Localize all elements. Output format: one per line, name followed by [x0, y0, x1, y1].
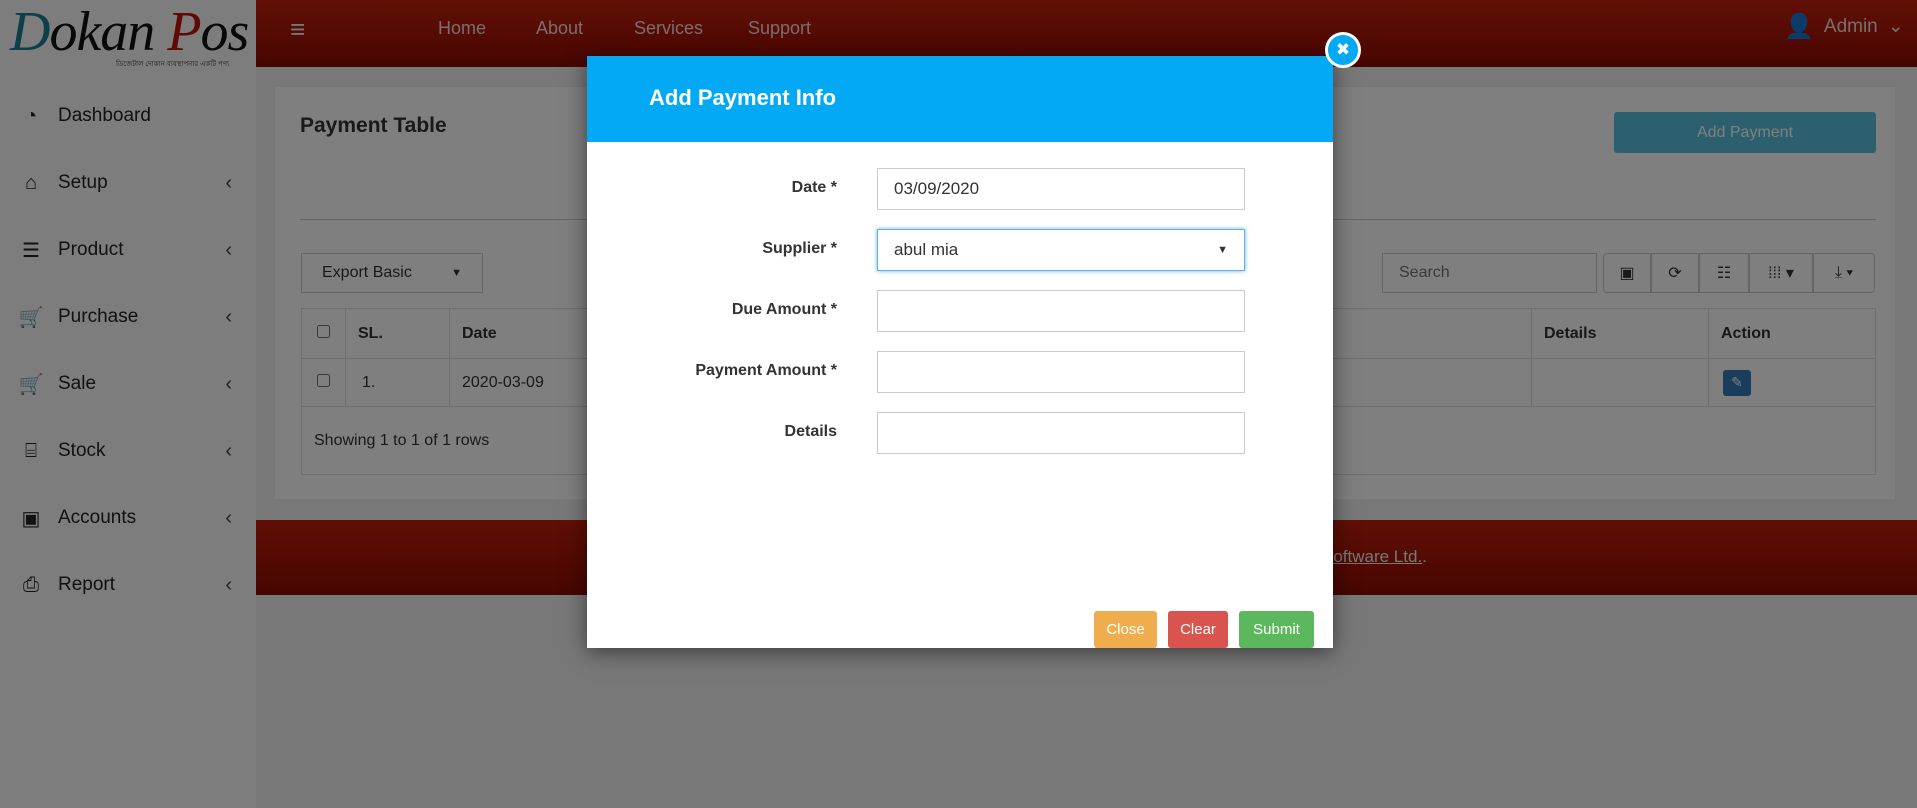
field-label: Supplier *: [762, 240, 837, 257]
field-label: Date *: [791, 179, 837, 196]
modal-close-icon[interactable]: ✖: [1325, 32, 1361, 68]
field-label: Due Amount *: [731, 301, 837, 318]
submit-button[interactable]: Submit: [1239, 611, 1314, 648]
caret-down-icon: ▼: [1217, 244, 1228, 256]
add-payment-modal: Add Payment Info Date * 03/09/2020 Supplie…: [587, 56, 1333, 648]
due-amount-input[interactable]: [877, 290, 1245, 332]
clear-button[interactable]: Clear: [1168, 611, 1228, 648]
payment-amount-input[interactable]: [877, 351, 1245, 393]
field-label: Details: [784, 423, 837, 440]
close-button[interactable]: Close: [1094, 611, 1157, 648]
modal-title: Add Payment Info: [649, 85, 837, 110]
modal-header: Add Payment Info: [587, 56, 1333, 142]
field-value: 03/09/2020: [894, 179, 980, 198]
field-label: Payment Amount *: [695, 362, 837, 379]
date-input[interactable]: 03/09/2020: [877, 168, 1245, 210]
details-input[interactable]: [877, 412, 1245, 454]
supplier-select[interactable]: abul mia ▼: [877, 229, 1245, 271]
field-value: abul mia: [894, 240, 959, 259]
